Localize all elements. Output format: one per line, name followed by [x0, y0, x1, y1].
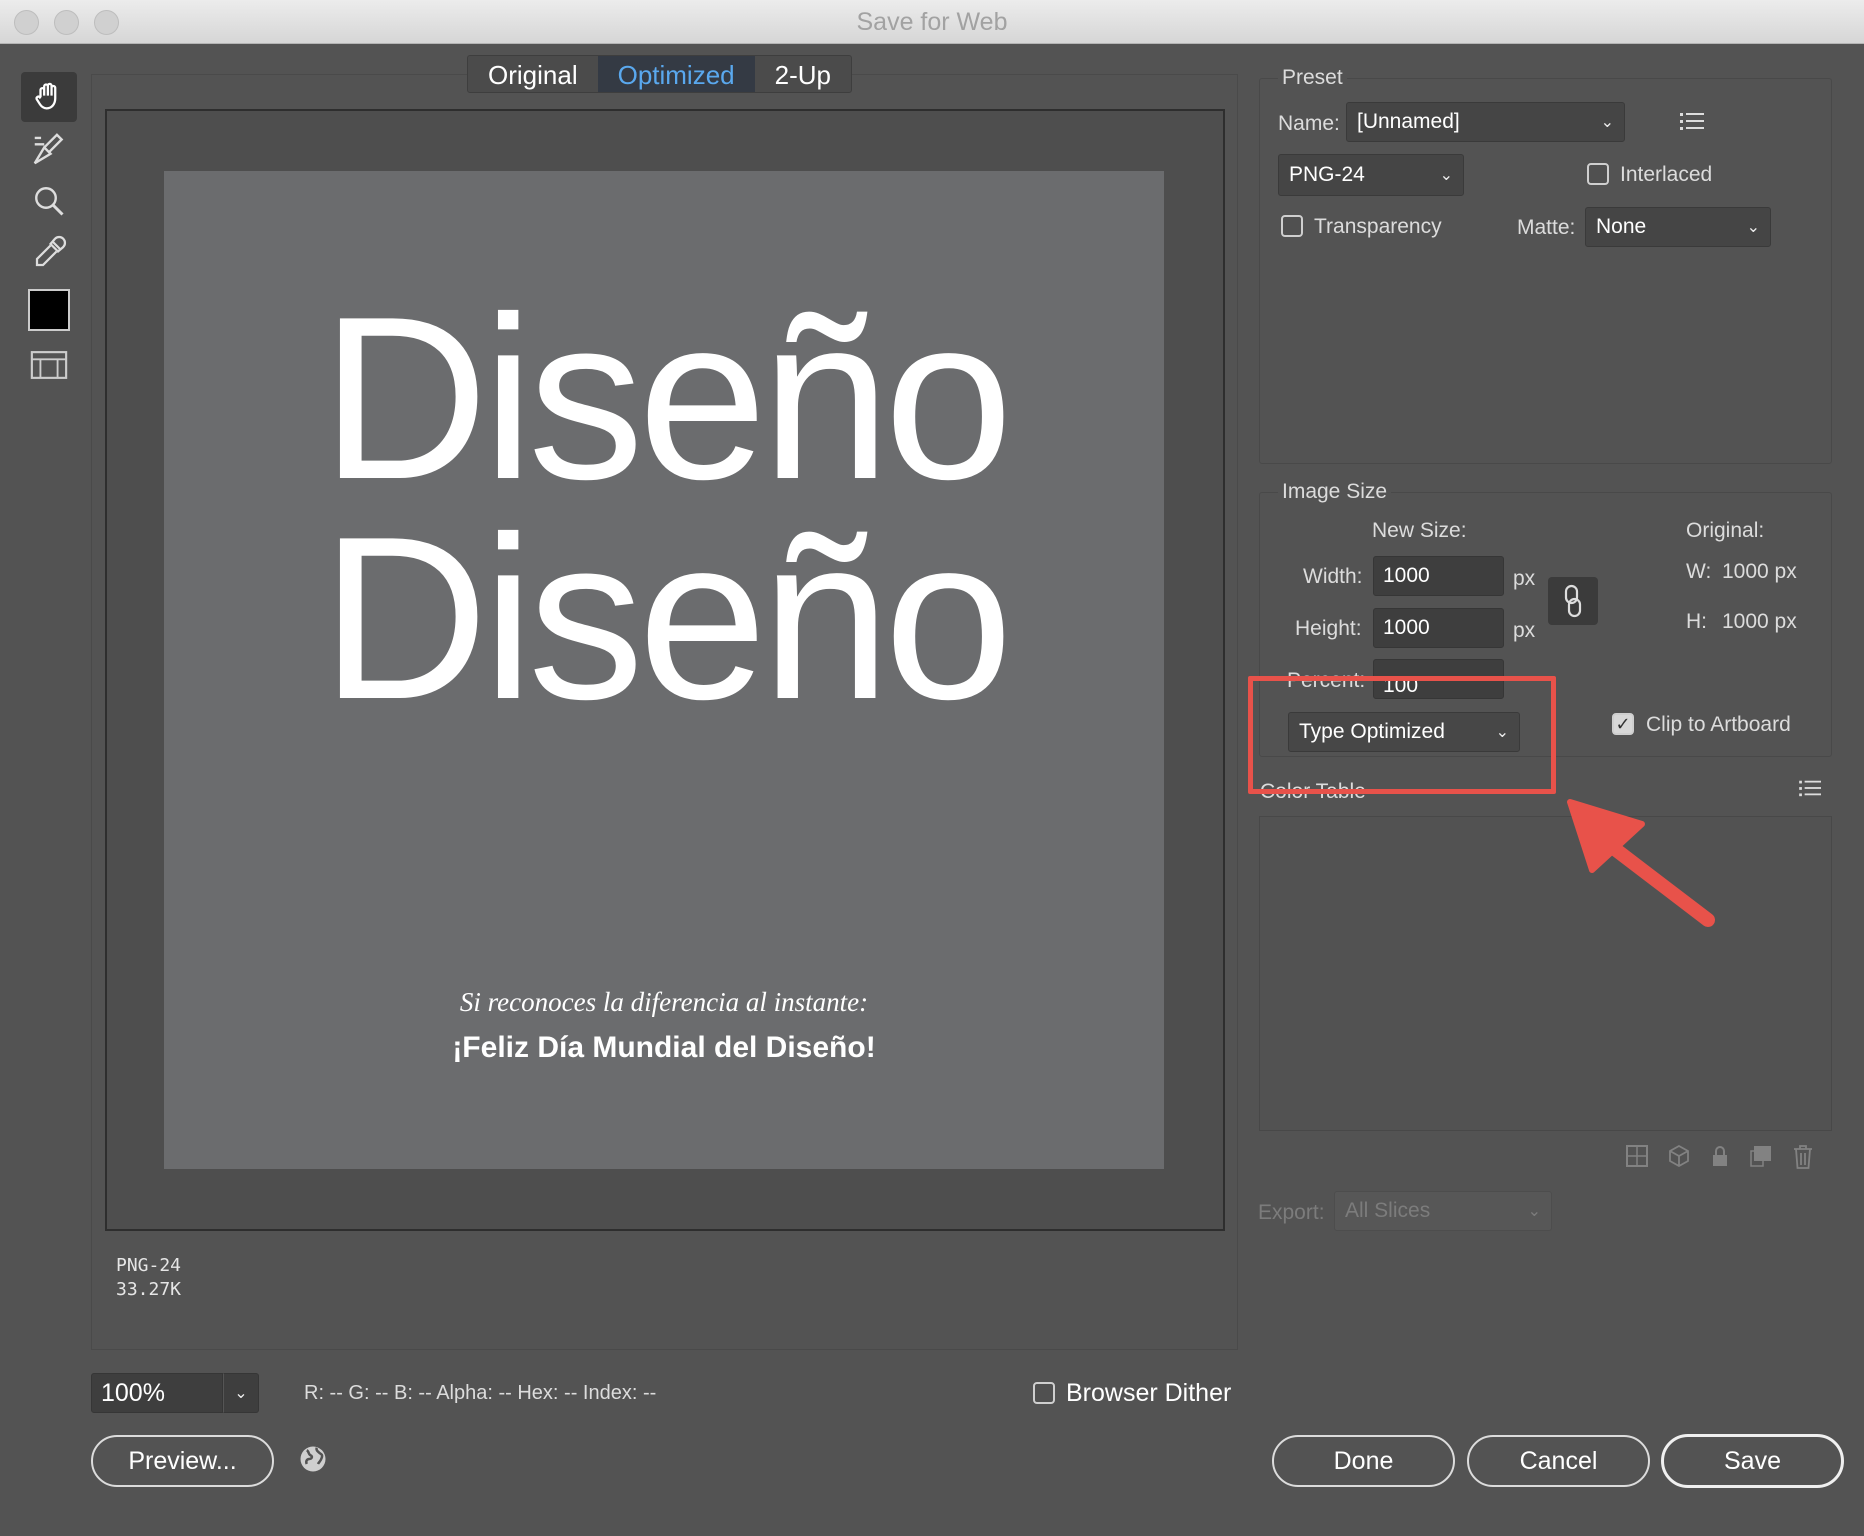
- eyedropper-color-swatch[interactable]: [21, 285, 77, 335]
- toggle-slices-icon: [30, 351, 68, 379]
- zoom-tool[interactable]: [21, 176, 77, 226]
- image-size-group-label: Image Size: [1278, 480, 1392, 504]
- list-menu-icon: [1799, 780, 1821, 797]
- export-dropdown[interactable]: All Slices ⌄: [1334, 1191, 1552, 1231]
- color-readout: R: -- G: -- B: -- Alpha: -- Hex: -- Inde…: [304, 1382, 657, 1404]
- width-input[interactable]: 1000: [1373, 556, 1504, 596]
- slice-select-icon: [33, 133, 64, 165]
- toolbox: [21, 72, 79, 422]
- hand-icon: [35, 82, 57, 110]
- chevron-down-icon: ⌄: [1527, 1203, 1541, 1220]
- cancel-button[interactable]: Cancel: [1467, 1435, 1650, 1487]
- file-format-dropdown[interactable]: PNG-24 ⌄: [1278, 154, 1464, 196]
- annotation-highlight-box: [1248, 676, 1556, 794]
- link-icon: [1564, 584, 1582, 618]
- optimized-file-size: 33.27K: [116, 1279, 182, 1300]
- tab-2-up[interactable]: 2-Up: [755, 56, 851, 92]
- zoom-level-dropdown[interactable]: ⌄: [223, 1373, 259, 1413]
- export-value: All Slices: [1345, 1199, 1431, 1222]
- list-menu-icon: [1680, 113, 1704, 130]
- width-label: Width:: [1303, 565, 1363, 588]
- chevron-down-icon: ⌄: [1600, 114, 1614, 131]
- lock-icon: [1713, 1146, 1727, 1166]
- original-height-label: H:: [1686, 610, 1707, 633]
- tab-original[interactable]: Original: [468, 56, 598, 92]
- preset-name-value: [Unnamed]: [1357, 110, 1460, 133]
- export-label: Export:: [1258, 1201, 1325, 1224]
- preset-name-label: Name:: [1278, 112, 1340, 135]
- transparency-checkbox[interactable]: [1281, 215, 1303, 237]
- original-size-label: Original:: [1686, 519, 1765, 542]
- constrain-proportions-button[interactable]: [1548, 577, 1598, 625]
- done-button[interactable]: Done: [1272, 1435, 1455, 1487]
- optimized-format: PNG-24: [116, 1255, 182, 1276]
- window-title: Save for Web: [856, 8, 1008, 36]
- globe-icon: [300, 1446, 326, 1472]
- preset-menu-button[interactable]: [1680, 110, 1706, 137]
- eyedropper-icon: [35, 235, 67, 267]
- artwork-tagline: Si reconoces la diferencia al instante:: [459, 987, 869, 1017]
- original-width-value: 1000 px: [1722, 560, 1797, 583]
- new-size-label: New Size:: [1372, 519, 1467, 542]
- preset-group-label: Preset: [1278, 66, 1347, 90]
- zoom-level-input[interactable]: 100%: [91, 1373, 223, 1413]
- transparency-label: Transparency: [1314, 215, 1442, 238]
- artboard-preview[interactable]: Diseño Diseño Si reconoces la diferencia…: [164, 171, 1164, 1169]
- chevron-down-icon: ⌄: [1746, 219, 1760, 236]
- eyedropper-tool[interactable]: [21, 228, 77, 278]
- web-shift-icon: [1626, 1145, 1648, 1167]
- select-browser-button[interactable]: [298, 1444, 328, 1479]
- tab-optimized[interactable]: Optimized: [597, 56, 755, 92]
- chevron-down-icon: ⌄: [1439, 167, 1453, 184]
- new-color-icon: [1750, 1146, 1771, 1167]
- color-swatch-icon: [28, 289, 70, 331]
- clip-to-artboard-label: Clip to Artboard: [1646, 713, 1791, 736]
- file-format-value: PNG-24: [1289, 163, 1365, 186]
- preview-button[interactable]: Preview...: [91, 1435, 274, 1487]
- window-titlebar: Save for Web: [0, 0, 1864, 44]
- color-table[interactable]: [1259, 816, 1832, 1131]
- browser-dither-checkbox[interactable]: [1033, 1382, 1055, 1404]
- hand-tool[interactable]: [21, 72, 77, 122]
- annotation-arrow-icon: [1567, 799, 1715, 927]
- original-width-label: W:: [1686, 560, 1712, 583]
- artwork-line-1: Diseño: [320, 269, 1013, 528]
- artwork-line-2: Diseño: [320, 489, 1013, 748]
- trash-icon: [1794, 1145, 1812, 1169]
- toggle-slices-tool[interactable]: [21, 340, 77, 390]
- save-button[interactable]: Save: [1661, 1434, 1844, 1488]
- height-input[interactable]: 1000: [1373, 608, 1504, 648]
- height-label: Height:: [1295, 617, 1362, 640]
- zoom-icon: [35, 187, 64, 216]
- chevron-down-icon: ⌄: [234, 1385, 248, 1402]
- matte-value: None: [1596, 215, 1647, 238]
- color-table-menu-button[interactable]: [1799, 778, 1823, 803]
- interlaced-checkbox[interactable]: [1587, 163, 1609, 185]
- height-unit: px: [1513, 619, 1536, 642]
- view-tabs: Original Optimized 2-Up: [467, 55, 852, 93]
- width-unit: px: [1513, 567, 1536, 590]
- interlaced-label: Interlaced: [1620, 163, 1713, 186]
- cube-icon: [1669, 1145, 1689, 1167]
- matte-dropdown[interactable]: None ⌄: [1585, 207, 1771, 247]
- optimized-info: PNG-24 33.27K: [116, 1254, 181, 1302]
- color-table-tools: [1626, 1145, 1814, 1169]
- clip-to-artboard-checkbox[interactable]: ✓: [1612, 713, 1634, 735]
- slice-select-tool[interactable]: [21, 124, 77, 174]
- preset-name-dropdown[interactable]: [Unnamed] ⌄: [1346, 102, 1625, 142]
- original-height-value: 1000 px: [1722, 610, 1797, 633]
- browser-dither-label: Browser Dither: [1066, 1379, 1232, 1407]
- matte-label: Matte:: [1517, 216, 1576, 239]
- artwork-headline: ¡Feliz Día Mundial del Diseño!: [452, 1031, 876, 1064]
